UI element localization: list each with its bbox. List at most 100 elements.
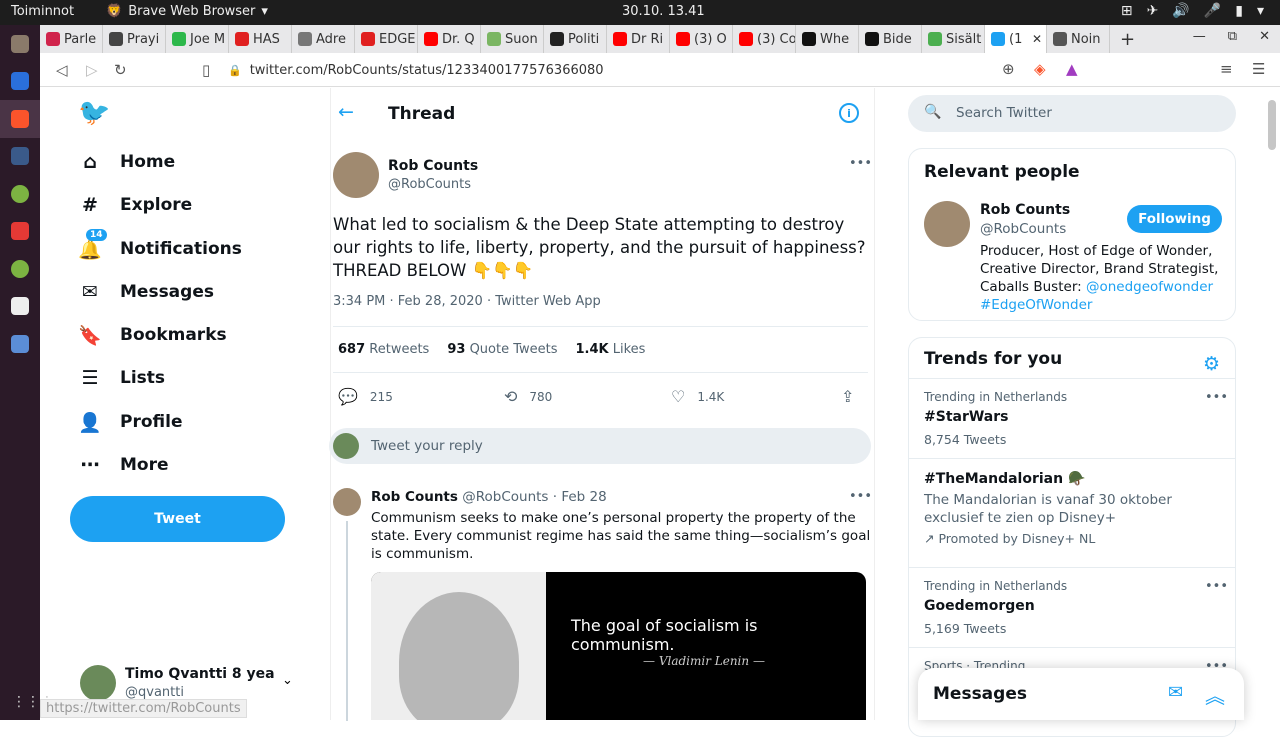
- more-options-icon[interactable]: •••: [1205, 390, 1228, 405]
- system-tray[interactable]: ⊞ ✈ 🔊 🎤 ▮ ▾: [1121, 3, 1264, 19]
- dock-item-docs[interactable]: [0, 63, 40, 101]
- url-field[interactable]: 🔒 twitter.com/RobCounts/status/123340017…: [228, 59, 1028, 81]
- back-arrow-icon[interactable]: ←: [338, 101, 354, 123]
- browser-tab[interactable]: Whe: [796, 25, 859, 53]
- tweet-timestamp[interactable]: 3:34 PM · Feb 28, 2020 · Twitter Web App: [333, 294, 601, 309]
- messages-drawer[interactable]: Messages ✉ ︽: [918, 668, 1244, 720]
- browser-tab[interactable]: Prayi: [103, 25, 166, 53]
- like-button[interactable]: ♡ 1.4K: [671, 387, 724, 406]
- trend-item[interactable]: Trending in Netherlands ••• Goedemorgen …: [909, 567, 1235, 647]
- dock-item-app[interactable]: [0, 175, 40, 213]
- person-handle[interactable]: @RobCounts: [980, 221, 1066, 237]
- new-message-icon[interactable]: ✉: [1168, 682, 1183, 703]
- avatar: [333, 433, 359, 459]
- nav-messages[interactable]: ✉ Messages: [78, 280, 214, 304]
- bookmark-icon[interactable]: ▯: [202, 61, 210, 79]
- dock-item-brave[interactable]: [0, 100, 40, 138]
- clock[interactable]: 30.10. 13.41: [622, 4, 705, 19]
- brave-rewards-icon[interactable]: ▲: [1066, 60, 1078, 78]
- new-tab-button[interactable]: +: [1120, 29, 1135, 50]
- search-input[interactable]: Search Twitter: [956, 105, 1052, 121]
- forward-icon[interactable]: ▷: [86, 61, 98, 79]
- nav-notifications[interactable]: 🔔 14 Notifications: [78, 229, 242, 261]
- search-bar[interactable]: 🔍 Search Twitter: [908, 95, 1236, 132]
- dock-item-app2[interactable]: [0, 250, 40, 288]
- person-icon: 👤: [78, 411, 102, 434]
- bio-link[interactable]: @onedgeofwonder: [1086, 279, 1213, 295]
- browser-tab[interactable]: (3) O: [670, 25, 733, 53]
- browser-tab[interactable]: HAS: [229, 25, 292, 53]
- browser-tab[interactable]: (3) Co: [733, 25, 796, 53]
- retweets-label: Retweets: [369, 342, 430, 357]
- quotes-stat[interactable]: 93 Quote Tweets: [447, 342, 557, 357]
- author-name[interactable]: Rob Counts: [371, 489, 458, 505]
- nav-profile[interactable]: 👤 Profile: [78, 410, 182, 434]
- reload-icon[interactable]: ↻: [114, 61, 127, 79]
- nav-home[interactable]: ⌂ Home: [78, 150, 175, 174]
- nav-explore[interactable]: # Explore: [78, 193, 192, 217]
- app-menu[interactable]: 🦁 Brave Web Browser ▾: [106, 4, 268, 19]
- gear-icon[interactable]: ⚙: [1203, 353, 1220, 375]
- browser-tab[interactable]: Noin: [1047, 25, 1110, 53]
- following-button[interactable]: Following: [1127, 205, 1222, 233]
- minimize-icon[interactable]: —: [1193, 29, 1206, 44]
- twitter-logo-icon[interactable]: 🐦: [78, 98, 110, 128]
- browser-tab[interactable]: Parle: [40, 25, 103, 53]
- reply-composer[interactable]: Tweet your reply: [329, 428, 871, 464]
- tweet-button[interactable]: Tweet: [70, 496, 285, 542]
- browser-tab[interactable]: EDGE: [355, 25, 418, 53]
- browser-tab[interactable]: Suon: [481, 25, 544, 53]
- likes-stat[interactable]: 1.4K Likes: [576, 342, 646, 357]
- dock-item-files[interactable]: [0, 25, 40, 63]
- tweet-image[interactable]: The goal of socialism is communism. — Vl…: [371, 572, 866, 720]
- browser-tab[interactable]: Sisält: [922, 25, 985, 53]
- person-name[interactable]: Rob Counts: [980, 202, 1070, 218]
- nav-more[interactable]: ⋯ More: [78, 453, 169, 477]
- nav-lists[interactable]: ☰ Lists: [78, 366, 165, 390]
- dock-item-text[interactable]: [0, 288, 40, 326]
- browser-tab[interactable]: Dr Ri: [607, 25, 670, 53]
- avatar[interactable]: [333, 152, 379, 198]
- browser-tab[interactable]: Bide: [859, 25, 922, 53]
- dock-item-vpn[interactable]: [0, 213, 40, 251]
- reply-input[interactable]: Tweet your reply: [371, 438, 483, 454]
- close-icon[interactable]: ✕: [1259, 29, 1270, 44]
- browser-tab[interactable]: Politi: [544, 25, 607, 53]
- trend-count: 5,169 Tweets: [924, 621, 1007, 636]
- more-options-icon[interactable]: •••: [849, 156, 872, 171]
- brave-shields-icon[interactable]: ◈: [1034, 60, 1046, 78]
- favicon-icon: [424, 32, 438, 46]
- bio-hashtag-link[interactable]: #EdgeOfWonder: [980, 297, 1092, 313]
- dock-item-image[interactable]: [0, 325, 40, 363]
- chevron-up-icon[interactable]: ︽: [1205, 680, 1225, 709]
- more-options-icon[interactable]: •••: [1205, 579, 1228, 594]
- reply-button[interactable]: 💬 215: [338, 387, 393, 406]
- dock-item-monitor[interactable]: [0, 138, 40, 176]
- browser-tab[interactable]: Adre: [292, 25, 355, 53]
- browser-tab[interactable]: Joe M: [166, 25, 229, 53]
- trend-item[interactable]: Trending in Netherlands ••• #StarWars 8,…: [909, 378, 1235, 458]
- back-icon[interactable]: ◁: [56, 61, 68, 79]
- favicon-icon: [613, 32, 627, 46]
- share-button[interactable]: ⇪: [841, 387, 854, 406]
- browser-tab[interactable]: Dr. Q: [418, 25, 481, 53]
- author-handle[interactable]: @RobCounts: [388, 177, 471, 192]
- retweets-stat[interactable]: 687 Retweets: [338, 342, 429, 357]
- close-tab-icon[interactable]: ✕: [1032, 32, 1042, 46]
- nav-bookmarks[interactable]: 🔖 Bookmarks: [78, 323, 226, 347]
- avatar[interactable]: [333, 488, 361, 516]
- menu-icon[interactable]: ☰: [1252, 60, 1265, 78]
- playlist-icon[interactable]: ≡: [1220, 60, 1233, 78]
- browser-tab[interactable]: (1 ✕: [985, 25, 1047, 53]
- author-name[interactable]: Rob Counts: [388, 158, 478, 174]
- scrollbar[interactable]: [1268, 100, 1276, 150]
- maximize-icon[interactable]: ⧉: [1228, 29, 1237, 44]
- more-options-icon[interactable]: •••: [849, 489, 872, 504]
- account-switcher[interactable]: Timo Qvantti 8 year... @qvantti ⌄: [80, 663, 310, 703]
- trend-item-promoted[interactable]: #TheMandalorian 🪖 The Mandalorian is van…: [909, 458, 1235, 567]
- avatar[interactable]: [924, 201, 970, 247]
- retweet-button[interactable]: ⟲ 780: [504, 387, 552, 406]
- activities-button[interactable]: Toiminnot: [11, 4, 74, 19]
- info-icon[interactable]: i: [839, 103, 859, 123]
- zoom-icon[interactable]: ⊕: [1002, 60, 1015, 78]
